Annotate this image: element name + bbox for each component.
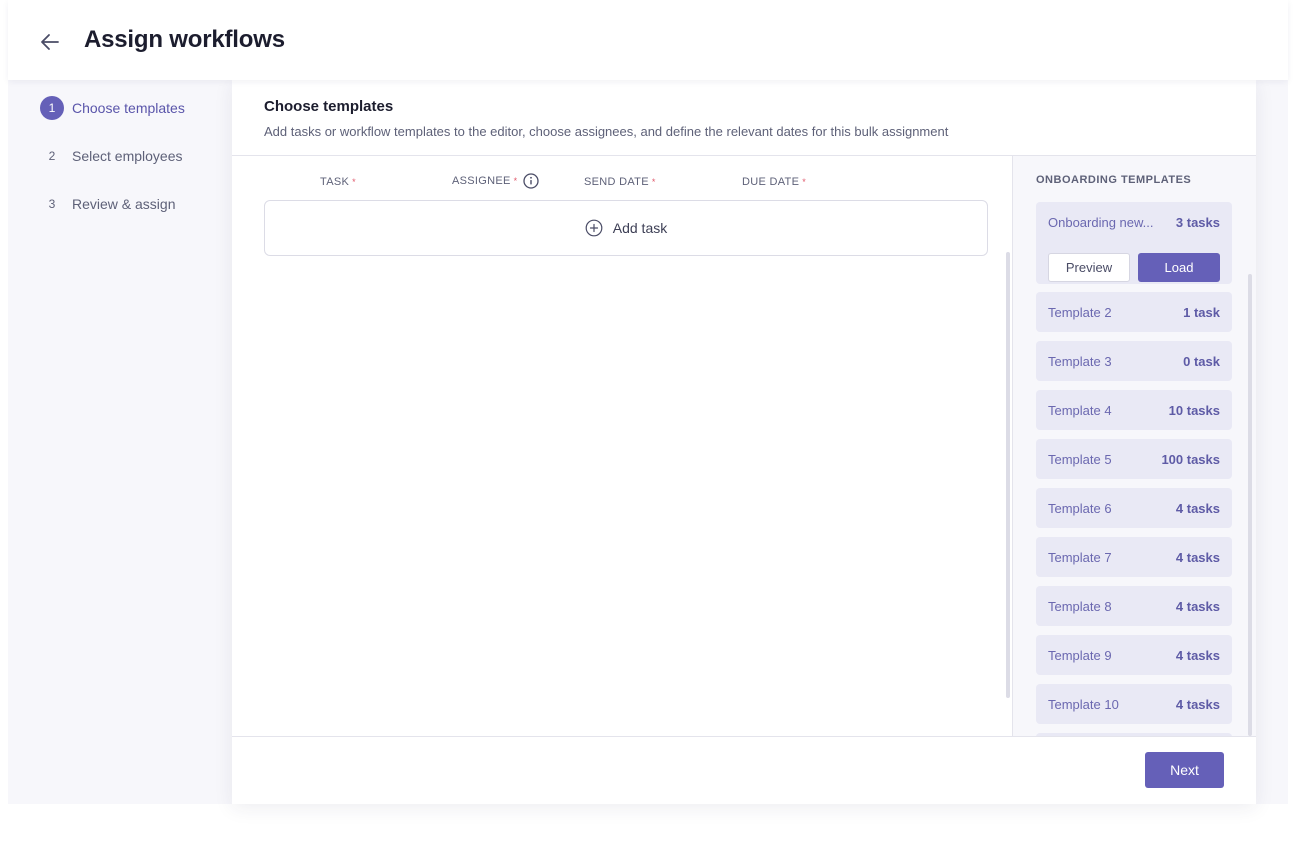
step-choose-templates[interactable]: 1 Choose templates [40, 96, 220, 120]
column-label: SEND DATE [584, 176, 649, 188]
step-select-employees[interactable]: 2 Select employees [40, 144, 220, 168]
template-count: 4 tasks [1175, 696, 1220, 712]
template-count: 4 tasks [1175, 647, 1220, 663]
add-task-button[interactable]: Add task [264, 200, 988, 256]
template-name: Template 5 [1048, 451, 1112, 467]
template-card[interactable]: Template 5 100 tasks [1036, 439, 1232, 479]
template-card[interactable]: Template 2 1 task [1036, 292, 1232, 332]
column-label: TASK [320, 176, 350, 188]
template-card[interactable]: Template 7 4 tasks [1036, 537, 1232, 577]
step-review-assign[interactable]: 3 Review & assign [40, 192, 220, 216]
column-header-task: TASK * [320, 176, 356, 188]
template-count: 0 task [1183, 353, 1220, 369]
template-name: Template 3 [1048, 353, 1112, 369]
required-mark: * [651, 177, 656, 187]
column-label: DUE DATE [742, 176, 800, 188]
arrow-left-icon[interactable] [38, 30, 62, 54]
step-label: Choose templates [72, 100, 185, 116]
template-count: 3 tasks [1175, 214, 1220, 230]
template-name: Template 4 [1048, 402, 1112, 418]
template-card[interactable]: Template 9 4 tasks [1036, 635, 1232, 675]
template-row: Onboarding new... 3 tasks [1048, 202, 1220, 242]
template-count: 1 task [1183, 304, 1220, 320]
template-name: Template 8 [1048, 598, 1112, 614]
template-name: Template 2 [1048, 304, 1112, 320]
plus-circle-icon [585, 219, 603, 237]
template-card[interactable]: Template 10 4 tasks [1036, 684, 1232, 724]
template-count: 4 tasks [1175, 500, 1220, 516]
templates-panel: ONBOARDING TEMPLATES Onboarding new... 3… [1013, 156, 1256, 736]
next-button[interactable]: Next [1145, 752, 1224, 788]
template-count: 10 tasks [1168, 402, 1220, 418]
footer-divider [232, 736, 1256, 737]
add-task-label: Add task [612, 220, 668, 236]
template-count: 100 tasks [1161, 451, 1220, 467]
templates-scrollbar[interactable] [1248, 274, 1252, 736]
section-title: Choose templates [264, 98, 394, 115]
template-name: Template 9 [1048, 647, 1112, 663]
template-name: Onboarding new... [1048, 214, 1154, 230]
template-count: 4 tasks [1175, 598, 1220, 614]
template-card[interactable]: Template 8 4 tasks [1036, 586, 1232, 626]
step-number: 1 [40, 96, 64, 120]
template-count: 4 tasks [1175, 549, 1220, 565]
top-bar: Assign workflows [8, 0, 1288, 80]
step-number: 3 [48, 197, 56, 211]
template-card[interactable]: Template 4 10 tasks [1036, 390, 1232, 430]
required-mark: * [802, 177, 807, 187]
step-label: Review & assign [72, 196, 176, 212]
column-header-assignee: ASSIGNEE * [452, 173, 540, 189]
step-label: Select employees [72, 148, 183, 164]
templates-heading: ONBOARDING TEMPLATES [1036, 174, 1192, 186]
column-header-send-date: SEND DATE * [584, 176, 656, 188]
column-label: ASSIGNEE [452, 175, 511, 187]
preview-button[interactable]: Preview [1048, 253, 1130, 282]
template-card[interactable]: Template 6 4 tasks [1036, 488, 1232, 528]
required-mark: * [352, 177, 356, 187]
section-subtitle: Add tasks or workflow templates to the e… [264, 124, 949, 139]
load-button[interactable]: Load [1138, 253, 1220, 282]
template-name: Template 10 [1048, 696, 1119, 712]
step-number: 2 [48, 149, 56, 163]
info-circle-icon[interactable] [523, 173, 540, 189]
page-title: Assign workflows [84, 26, 285, 53]
task-editor: TASK * ASSIGNEE * SEND DATE * DUE DATE * Add… [232, 156, 1012, 736]
template-name: Template 7 [1048, 549, 1112, 565]
main-panel: Choose templates Add tasks or workflow t… [232, 80, 1256, 804]
column-header-due-date: DUE DATE * [742, 176, 806, 188]
template-name: Template 6 [1048, 500, 1112, 516]
template-card-onboarding[interactable]: Onboarding new... 3 tasks Preview Load [1036, 202, 1232, 284]
editor-scrollbar[interactable] [1006, 252, 1010, 698]
required-mark: * [513, 176, 518, 186]
template-card[interactable]: Template 3 0 task [1036, 341, 1232, 381]
